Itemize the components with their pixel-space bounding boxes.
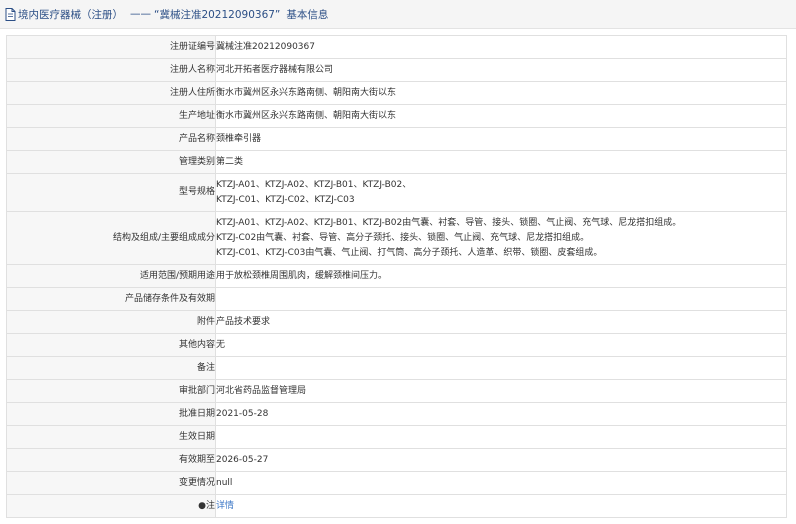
row-value-attachment: 产品技术要求 xyxy=(215,310,787,334)
row-value-note: 详情 xyxy=(215,494,787,518)
table-row: 变更情况 null xyxy=(6,471,787,495)
row-value-effective-date xyxy=(215,425,787,449)
table-row: 审批部门 河北省药品监督管理局 xyxy=(6,379,787,403)
header-suffix: 基本信息 xyxy=(286,8,329,21)
details-link[interactable]: 详情 xyxy=(217,501,235,511)
row-value-product-name: 颈椎牵引器 xyxy=(215,127,787,151)
table-row: 结构及组成/主要组成成分 KTZJ-A01、KTZJ-A02、KTZJ-B01、… xyxy=(6,211,787,265)
row-label-structure-composition: 结构及组成/主要组成成分 xyxy=(6,211,216,265)
row-label-model-spec: 型号规格 xyxy=(6,173,216,212)
structure-line-1: KTZJ-A01、KTZJ-A02、KTZJ-B01、KTZJ-B02由气囊、衬… xyxy=(216,217,682,228)
row-value-production-address: 衡水市冀州区永兴东路南侧、朝阳南大街以东 xyxy=(215,104,787,128)
table-row: 注册人住所 衡水市冀州区永兴东路南侧、朝阳南大街以东 xyxy=(6,81,787,105)
row-label-management-category: 管理类别 xyxy=(6,150,216,174)
row-label-effective-date: 生效日期 xyxy=(6,425,216,449)
header-separator: —— xyxy=(130,8,151,20)
model-spec-line-2: KTZJ-C01、KTZJ-C02、KTZJ-C03 xyxy=(216,194,355,205)
document-icon xyxy=(5,7,16,21)
table-row: 有效期至 2026-05-27 xyxy=(6,448,787,472)
table-row: 产品名称 颈椎牵引器 xyxy=(6,127,787,151)
model-spec-line-1: KTZJ-A01、KTZJ-A02、KTZJ-B01、KTZJ-B02、 xyxy=(216,179,412,190)
row-label-storage-validity: 产品储存条件及有效期 xyxy=(6,287,216,311)
row-label-registrant-address: 注册人住所 xyxy=(6,81,216,105)
row-label-registrant-name: 注册人名称 xyxy=(6,58,216,82)
row-label-production-address: 生产地址 xyxy=(6,104,216,128)
table-row: 适用范围/预期用途 用于放松颈椎周围肌肉，缓解颈椎间压力。 xyxy=(6,264,787,288)
row-value-approval-date: 2021-05-28 xyxy=(215,402,787,426)
row-label-approval-department: 审批部门 xyxy=(6,379,216,403)
page-header: 境内医疗器械（注册） —— “冀械注准20212090367” 基本信息 xyxy=(0,0,796,29)
table-row: 生产地址 衡水市冀州区永兴东路南侧、朝阳南大街以东 xyxy=(6,104,787,128)
row-label-other-content: 其他内容 xyxy=(6,333,216,357)
row-value-valid-until: 2026-05-27 xyxy=(215,448,787,472)
table-row: 生效日期 xyxy=(6,425,787,449)
table-row: 管理类别 第二类 xyxy=(6,150,787,174)
row-label-registration-number: 注册证编号 xyxy=(6,35,216,59)
table-row: 产品储存条件及有效期 xyxy=(6,287,787,311)
row-label-note: ●注 xyxy=(6,494,216,518)
row-value-change-status: null xyxy=(215,471,787,495)
row-value-storage-validity xyxy=(215,287,787,311)
row-value-registration-number: 冀械注准20212090367 xyxy=(215,35,787,59)
row-value-intended-use: 用于放松颈椎周围肌肉，缓解颈椎间压力。 xyxy=(215,264,787,288)
row-value-registrant-address: 衡水市冀州区永兴东路南侧、朝阳南大街以东 xyxy=(215,81,787,105)
row-value-approval-department: 河北省药品监督管理局 xyxy=(215,379,787,403)
header-category: 境内医疗器械（注册） xyxy=(18,8,123,21)
header-registration-number: “冀械注准20212090367” xyxy=(154,8,281,21)
structure-line-3: KTZJ-C01、KTZJ-C03由气囊、气止阀、打气筒、高分子颈托、人造革、织… xyxy=(216,247,603,258)
row-value-management-category: 第二类 xyxy=(215,150,787,174)
info-table: 注册证编号 冀械注准20212090367 注册人名称 河北开拓者医疗器械有限公… xyxy=(6,35,787,518)
table-row: 附件 产品技术要求 xyxy=(6,310,787,334)
table-row: 备注 xyxy=(6,356,787,380)
row-value-other-content: 无 xyxy=(215,333,787,357)
table-row: 其他内容 无 xyxy=(6,333,787,357)
table-row: 注册人名称 河北开拓者医疗器械有限公司 xyxy=(6,58,787,82)
row-value-registrant-name: 河北开拓者医疗器械有限公司 xyxy=(215,58,787,82)
row-value-structure-composition: KTZJ-A01、KTZJ-A02、KTZJ-B01、KTZJ-B02由气囊、衬… xyxy=(215,211,787,265)
row-value-remarks xyxy=(215,356,787,380)
table-row: 注册证编号 冀械注准20212090367 xyxy=(6,35,787,59)
row-label-change-status: 变更情况 xyxy=(6,471,216,495)
table-row: 型号规格 KTZJ-A01、KTZJ-A02、KTZJ-B01、KTZJ-B02… xyxy=(6,173,787,212)
row-label-approval-date: 批准日期 xyxy=(6,402,216,426)
table-row: 批准日期 2021-05-28 xyxy=(6,402,787,426)
row-label-product-name: 产品名称 xyxy=(6,127,216,151)
row-label-intended-use: 适用范围/预期用途 xyxy=(6,264,216,288)
table-row: ●注 详情 xyxy=(6,494,787,518)
row-label-remarks: 备注 xyxy=(6,356,216,380)
row-label-valid-until: 有效期至 xyxy=(6,448,216,472)
row-label-attachment: 附件 xyxy=(6,310,216,334)
row-value-model-spec: KTZJ-A01、KTZJ-A02、KTZJ-B01、KTZJ-B02、 KTZ… xyxy=(215,173,787,212)
structure-line-2: KTZJ-C02由气囊、衬套、导管、高分子颈托、接头、锁圈、气止阀、充气球、尼龙… xyxy=(216,232,590,243)
